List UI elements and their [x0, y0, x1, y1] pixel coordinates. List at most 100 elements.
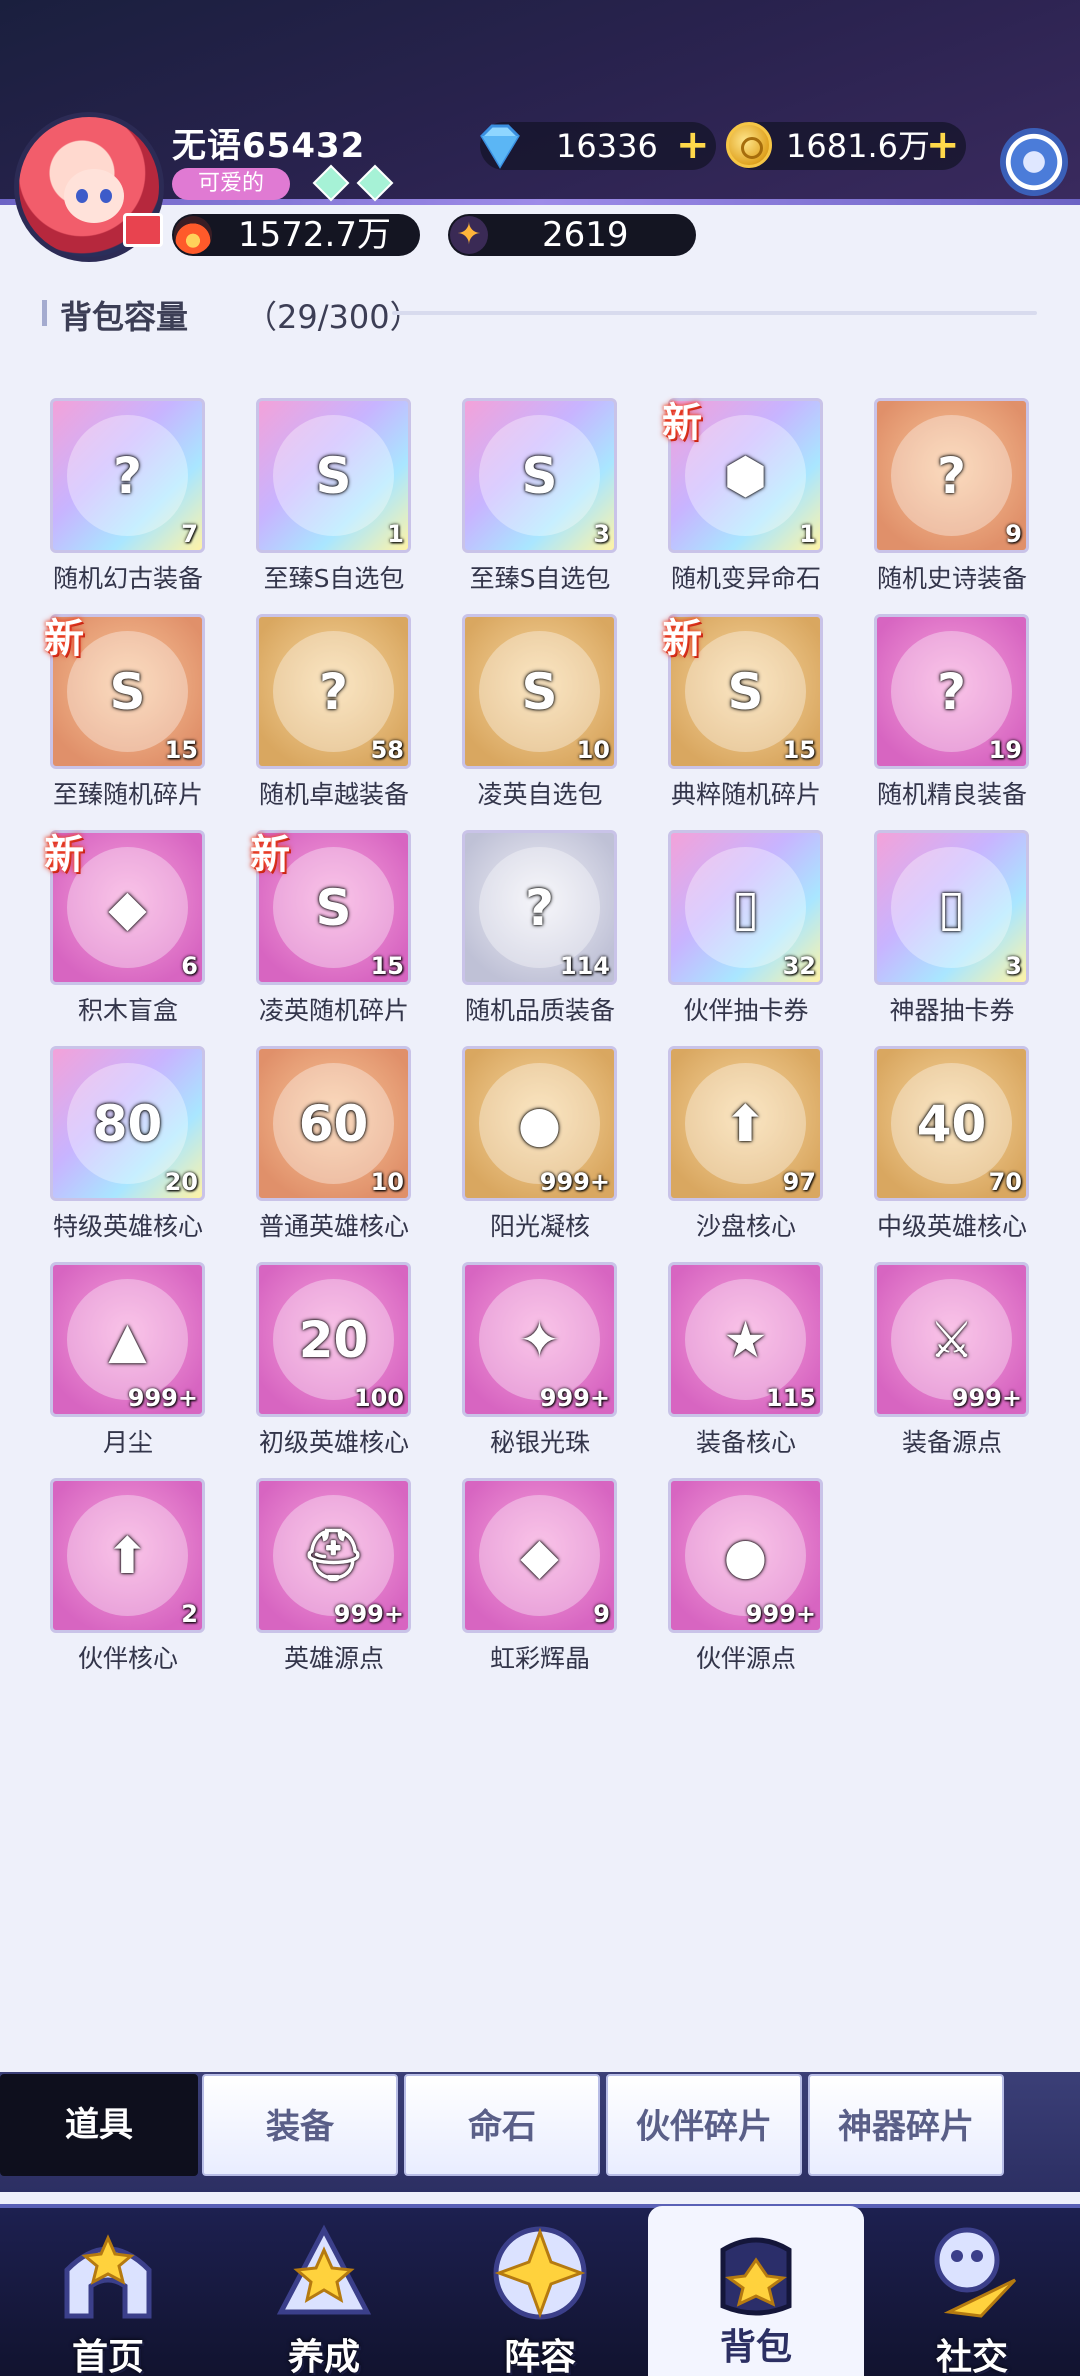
item-name: 典粹随机碎片 — [670, 780, 821, 809]
inventory-item[interactable]: ▲ 999+ 月尘 — [50, 1262, 205, 1459]
item-name: 随机变异命石 — [670, 564, 821, 593]
inventory-item[interactable]: S 10 凌英自选包 — [462, 614, 617, 811]
item-name: 中级英雄核心 — [876, 1212, 1027, 1241]
inventory-item[interactable]: ▯ 3 神器抽卡券 — [874, 830, 1029, 1027]
item-name: 凌英随机碎片 — [258, 996, 409, 1025]
inventory-item[interactable]: S 15 新凌英随机碎片 — [250, 830, 411, 1027]
inventory-item[interactable]: S 3 至臻S自选包 — [462, 398, 617, 595]
inventory-item[interactable]: ⚔ 999+ 装备源点 — [874, 1262, 1029, 1459]
star-icon: ✦ — [450, 216, 488, 254]
item-count: 2 — [181, 1600, 198, 1628]
item-icon[interactable]: S3 — [462, 398, 617, 553]
item-count: 6 — [181, 952, 198, 980]
item-icon[interactable]: S 10 — [462, 614, 617, 769]
nav-social-label: 社交 — [935, 2337, 1008, 2376]
nav-develop[interactable]: 养成 — [216, 2206, 432, 2376]
item-icon[interactable]: ⚔ 999+ — [874, 1262, 1029, 1417]
item-icon[interactable]: ? 19 — [874, 614, 1029, 769]
item-icon[interactable]: ● 999+ — [668, 1478, 823, 1633]
inventory-item[interactable]: ● 999+ 伙伴源点 — [668, 1478, 823, 1675]
item-name: 至臻随机碎片 — [52, 780, 203, 809]
inventory-item[interactable]: 40 70 中级英雄核心 — [874, 1046, 1029, 1243]
inventory-item[interactable]: ⬢ 1 新随机变异命石 — [662, 398, 823, 595]
item-count: 15 — [782, 736, 816, 764]
settings-gear-icon[interactable] — [1000, 128, 1068, 196]
add-diamond-button[interactable]: + — [676, 125, 710, 165]
item-glyph-icon: ⬆ — [106, 1526, 149, 1585]
inventory-item[interactable]: 80 20 特级英雄核心 — [50, 1046, 205, 1243]
player-name: 无语65432 — [172, 126, 366, 166]
section-marker — [42, 300, 47, 326]
item-icon[interactable]: 80 20 — [50, 1046, 205, 1201]
item-icon[interactable]: ? 9 — [874, 398, 1029, 553]
nav-backpack[interactable]: 背包 — [648, 2206, 864, 2376]
new-badge: 新 — [250, 831, 290, 878]
item-name: 凌英自选包 — [477, 780, 603, 809]
item-icon[interactable]: ⬆ 2 — [50, 1478, 205, 1633]
add-gold-button[interactable]: + — [926, 125, 960, 165]
player-avatar[interactable] — [14, 112, 164, 262]
inventory-item[interactable]: ● 999+ 阳光凝核 — [462, 1046, 617, 1243]
home-icon — [64, 2234, 152, 2319]
capacity-count: （29/300） — [245, 298, 422, 336]
item-icon[interactable]: ▯ 3 — [874, 830, 1029, 985]
inventory-item[interactable]: ? 58 随机卓越装备 — [256, 614, 411, 811]
item-name: 随机品质装备 — [464, 996, 615, 1025]
item-name: 至臻S自选包 — [263, 564, 405, 593]
nav-lineup[interactable]: 阵容 — [432, 2206, 648, 2376]
item-count: 9 — [1005, 520, 1022, 548]
item-icon[interactable]: ● 999+ — [462, 1046, 617, 1201]
item-icon[interactable]: ◆ 9 — [462, 1478, 617, 1633]
item-name: 初级英雄核心 — [258, 1428, 409, 1457]
item-count: 9 — [593, 1600, 610, 1628]
item-icon[interactable]: ? 7 — [50, 398, 205, 553]
inventory-item[interactable]: ★ 115 装备核心 — [668, 1262, 823, 1459]
inventory-item[interactable]: ▯ 32 伙伴抽卡券 — [668, 830, 823, 1027]
item-icon[interactable]: ▲ 999+ — [50, 1262, 205, 1417]
inventory-item[interactable]: ✦ 999+ 秘银光珠 — [462, 1262, 617, 1459]
inventory-item[interactable]: 60 10 普通英雄核心 — [256, 1046, 411, 1243]
inventory-item[interactable]: ⬆ 97 沙盘核心 — [668, 1046, 823, 1243]
item-icon[interactable]: ⬆ 97 — [668, 1046, 823, 1201]
item-name: 沙盘核心 — [695, 1212, 796, 1241]
item-count: 1 — [799, 520, 816, 548]
item-count: 1 — [387, 520, 404, 548]
item-name: 随机史诗装备 — [876, 564, 1027, 593]
inventory-item[interactable]: ◆ 6 新积木盲盒 — [44, 830, 205, 1027]
tab-equipment[interactable]: 装备 — [202, 2074, 398, 2176]
nav-home[interactable]: 首页 — [0, 2206, 216, 2376]
item-icon[interactable]: 40 70 — [874, 1046, 1029, 1201]
inventory-item[interactable]: ? 9 随机史诗装备 — [874, 398, 1029, 595]
item-icon[interactable]: S1 — [256, 398, 411, 553]
item-name: 秘银光珠 — [489, 1428, 590, 1457]
tab-items[interactable]: 道具 — [0, 2074, 198, 2176]
item-icon[interactable]: ★ 115 — [668, 1262, 823, 1417]
tab-artifact-shards[interactable]: 神器碎片 — [808, 2074, 1004, 2176]
nav-home-label: 首页 — [71, 2337, 144, 2376]
item-icon[interactable]: ⛑ 999+ — [256, 1478, 411, 1633]
inventory-item[interactable]: ? 19 随机精良装备 — [874, 614, 1029, 811]
inventory-item[interactable]: ◆ 9 虹彩辉晶 — [462, 1478, 617, 1675]
item-icon[interactable]: 60 10 — [256, 1046, 411, 1201]
item-glyph-icon: ? — [112, 446, 142, 505]
item-glyph-icon: ◆ — [520, 1526, 559, 1585]
inventory-item[interactable]: 20 100 初级英雄核心 — [256, 1262, 411, 1459]
inventory-item[interactable]: ⬆ 2 伙伴核心 — [50, 1478, 205, 1675]
tab-fate-stone[interactable]: 命石 — [404, 2074, 600, 2176]
item-icon[interactable]: ? 58 — [256, 614, 411, 769]
inventory-item[interactable]: ? 7 随机幻古装备 — [50, 398, 205, 595]
item-icon[interactable]: ▯ 32 — [668, 830, 823, 985]
item-count: 999+ — [333, 1600, 404, 1628]
tab-partner-shards[interactable]: 伙伴碎片 — [606, 2074, 802, 2176]
item-name: 虹彩辉晶 — [489, 1644, 590, 1673]
inventory-item[interactable]: ? 114 随机品质装备 — [462, 830, 617, 1027]
inventory-item[interactable]: S 15 新典粹随机碎片 — [662, 614, 823, 811]
item-count: 100 — [353, 1384, 404, 1412]
item-icon[interactable]: 20 100 — [256, 1262, 411, 1417]
inventory-item[interactable]: S 15 新至臻随机碎片 — [44, 614, 205, 811]
inventory-item[interactable]: S 1 至臻S自选包 — [256, 398, 411, 595]
item-icon[interactable]: ? 114 — [462, 830, 617, 985]
item-icon[interactable]: ✦ 999+ — [462, 1262, 617, 1417]
inventory-item[interactable]: ⛑ 999+ 英雄源点 — [256, 1478, 411, 1675]
nav-social[interactable]: 社交 — [864, 2206, 1080, 2376]
